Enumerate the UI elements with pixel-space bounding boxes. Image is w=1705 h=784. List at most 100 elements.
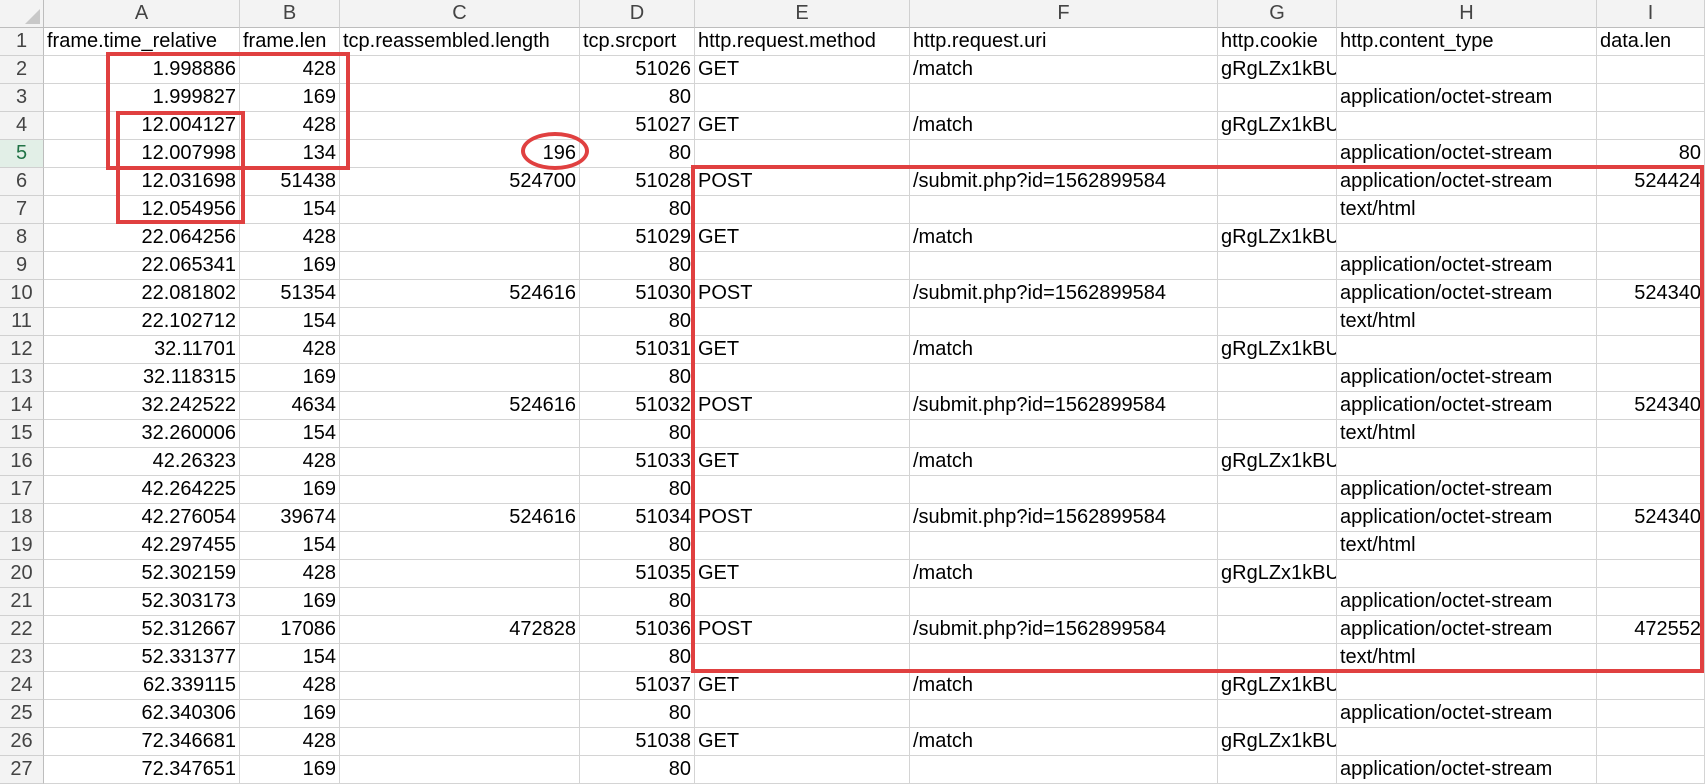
row-header[interactable]: 17 [0, 476, 44, 504]
row-header[interactable]: 1 [0, 28, 44, 56]
table-cell[interactable]: 51031 [580, 336, 695, 364]
column-header-c[interactable]: C [340, 0, 580, 28]
table-cell[interactable] [695, 476, 910, 504]
row-header[interactable]: 9 [0, 252, 44, 280]
table-cell[interactable]: GET [695, 224, 910, 252]
table-cell[interactable]: POST [695, 504, 910, 532]
table-cell[interactable]: gRgLZx1kBU [1218, 56, 1337, 84]
table-cell[interactable]: 524340 [1597, 392, 1705, 420]
table-cell[interactable]: 169 [240, 700, 340, 728]
table-cell[interactable]: 80 [580, 420, 695, 448]
table-cell[interactable]: 169 [240, 84, 340, 112]
table-cell[interactable] [1218, 588, 1337, 616]
table-cell[interactable]: gRgLZx1kBU [1218, 224, 1337, 252]
table-cell[interactable]: gRgLZx1kBU [1218, 112, 1337, 140]
table-cell[interactable]: 42.297455 [44, 532, 240, 560]
table-cell[interactable] [695, 700, 910, 728]
table-cell[interactable]: 52.303173 [44, 588, 240, 616]
table-cell[interactable]: 12.004127 [44, 112, 240, 140]
table-cell[interactable]: 51037 [580, 672, 695, 700]
table-cell[interactable]: application/octet-stream [1337, 756, 1597, 784]
table-cell[interactable] [1218, 616, 1337, 644]
table-cell[interactable] [340, 196, 580, 224]
table-cell[interactable] [695, 308, 910, 336]
table-cell[interactable] [1597, 756, 1705, 784]
table-cell[interactable]: 524616 [340, 280, 580, 308]
table-cell[interactable]: 22.081802 [44, 280, 240, 308]
table-cell[interactable]: 428 [240, 672, 340, 700]
table-cell[interactable] [1337, 728, 1597, 756]
table-cell[interactable]: 51026 [580, 56, 695, 84]
table-cell[interactable]: /submit.php?id=1562899584 [910, 168, 1218, 196]
table-cell[interactable]: 169 [240, 364, 340, 392]
table-cell[interactable] [1218, 168, 1337, 196]
header-cell[interactable]: tcp.reassembled.length [340, 28, 580, 56]
table-cell[interactable]: 154 [240, 308, 340, 336]
table-cell[interactable] [1597, 112, 1705, 140]
table-cell[interactable]: 80 [580, 588, 695, 616]
row-header[interactable]: 6 [0, 168, 44, 196]
table-cell[interactable]: 51030 [580, 280, 695, 308]
row-header[interactable]: 8 [0, 224, 44, 252]
table-cell[interactable]: application/octet-stream [1337, 476, 1597, 504]
table-cell[interactable]: GET [695, 560, 910, 588]
table-cell[interactable]: 52.302159 [44, 560, 240, 588]
header-cell[interactable]: data.len [1597, 28, 1705, 56]
table-cell[interactable] [1597, 252, 1705, 280]
table-cell[interactable] [340, 112, 580, 140]
table-cell[interactable]: 32.260006 [44, 420, 240, 448]
table-cell[interactable]: POST [695, 392, 910, 420]
table-cell[interactable] [695, 196, 910, 224]
table-cell[interactable] [340, 420, 580, 448]
table-cell[interactable] [1597, 308, 1705, 336]
row-header[interactable]: 2 [0, 56, 44, 84]
header-cell[interactable]: frame.time_relative [44, 28, 240, 56]
table-cell[interactable] [1597, 336, 1705, 364]
table-cell[interactable] [1218, 364, 1337, 392]
table-cell[interactable] [1218, 252, 1337, 280]
table-cell[interactable]: 32.11701 [44, 336, 240, 364]
header-cell[interactable]: http.request.uri [910, 28, 1218, 56]
table-cell[interactable] [695, 252, 910, 280]
table-cell[interactable] [1337, 336, 1597, 364]
table-cell[interactable]: 169 [240, 476, 340, 504]
table-cell[interactable] [340, 84, 580, 112]
table-cell[interactable]: 12.031698 [44, 168, 240, 196]
table-cell[interactable]: 428 [240, 112, 340, 140]
row-header[interactable]: 15 [0, 420, 44, 448]
table-cell[interactable]: /match [910, 56, 1218, 84]
table-cell[interactable] [910, 84, 1218, 112]
table-cell[interactable]: 51038 [580, 728, 695, 756]
select-all-corner[interactable] [0, 0, 44, 28]
table-cell[interactable]: application/octet-stream [1337, 280, 1597, 308]
table-cell[interactable]: application/octet-stream [1337, 252, 1597, 280]
table-cell[interactable] [1597, 84, 1705, 112]
table-cell[interactable]: /submit.php?id=1562899584 [910, 616, 1218, 644]
table-cell[interactable]: 169 [240, 252, 340, 280]
table-cell[interactable]: 72.346681 [44, 728, 240, 756]
column-header-b[interactable]: B [240, 0, 340, 28]
table-cell[interactable]: GET [695, 56, 910, 84]
table-cell[interactable] [1218, 140, 1337, 168]
table-cell[interactable]: /submit.php?id=1562899584 [910, 280, 1218, 308]
table-cell[interactable]: /match [910, 448, 1218, 476]
table-cell[interactable] [1597, 728, 1705, 756]
table-cell[interactable]: application/octet-stream [1337, 364, 1597, 392]
table-cell[interactable]: 428 [240, 336, 340, 364]
table-cell[interactable]: 154 [240, 420, 340, 448]
table-cell[interactable]: 32.242522 [44, 392, 240, 420]
table-cell[interactable] [695, 420, 910, 448]
table-cell[interactable]: 80 [580, 644, 695, 672]
row-header[interactable]: 27 [0, 756, 44, 784]
table-cell[interactable]: 524340 [1597, 280, 1705, 308]
table-cell[interactable] [1218, 84, 1337, 112]
table-cell[interactable] [1218, 392, 1337, 420]
table-cell[interactable] [1218, 308, 1337, 336]
table-cell[interactable]: 524700 [340, 168, 580, 196]
table-cell[interactable]: application/octet-stream [1337, 700, 1597, 728]
table-cell[interactable]: 32.118315 [44, 364, 240, 392]
table-cell[interactable]: 80 [580, 756, 695, 784]
column-header-g[interactable]: G [1218, 0, 1337, 28]
table-cell[interactable] [1597, 560, 1705, 588]
table-cell[interactable] [910, 476, 1218, 504]
